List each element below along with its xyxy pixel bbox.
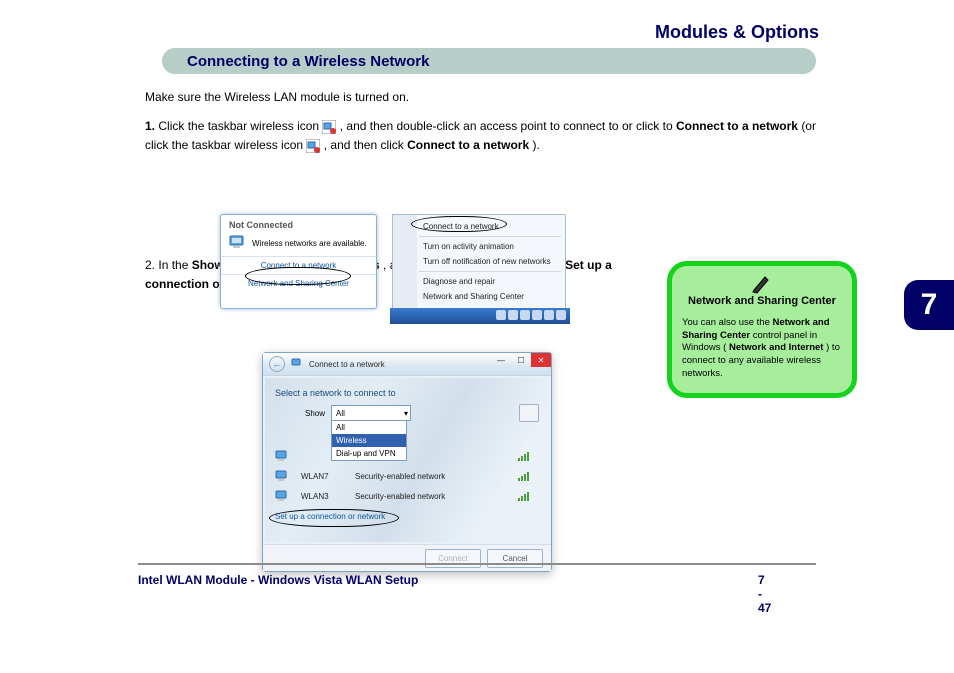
pencil-icon: [751, 274, 773, 299]
page-number: 7 - 47: [758, 573, 771, 615]
circled-highlight-1: [245, 267, 351, 285]
network-item-icon: [275, 489, 293, 503]
nc-title: Not Connected: [221, 215, 376, 230]
note-callout: Network and Sharing Center You can also …: [667, 261, 857, 398]
step1: 1. Click the taskbar wireless icon , and…: [145, 117, 816, 155]
ctx-notification[interactable]: Turn off notification of new networks: [393, 254, 565, 269]
window-controls: — ☐ ✕: [491, 353, 551, 367]
dropdown-option-dialup[interactable]: Dial-up and VPN: [332, 447, 406, 460]
minimize-button[interactable]: —: [491, 353, 511, 367]
show-label: Show: [305, 409, 325, 418]
network-item[interactable]: WLAN3 Security-enabled network: [275, 486, 529, 506]
taskbar-stub: [390, 308, 570, 324]
dialog-titlebar: ← Connect to a network — ☐ ✕: [263, 353, 551, 376]
chapter-tab: 7: [904, 280, 954, 330]
dropdown-option-all[interactable]: All: [332, 421, 406, 434]
wireless-taskbar-icon: [322, 120, 336, 134]
circled-highlight-2: [411, 216, 507, 232]
show-dropdown[interactable]: All ▾ All Wireless Dial-up and VPN: [331, 405, 411, 421]
network-icon: [291, 357, 303, 371]
dialog-footer: Connect Cancel: [263, 544, 551, 571]
dialog-heading: Select a network to connect to: [275, 388, 539, 398]
close-button[interactable]: ✕: [531, 353, 551, 367]
footer-text: Intel WLAN Module - Windows Vista WLAN S…: [138, 573, 418, 587]
dropdown-option-wireless[interactable]: Wireless: [332, 434, 406, 447]
connect-network-dialog: ← Connect to a network — ☐ ✕ Select a ne…: [262, 352, 552, 572]
connect-to-network-bold-1: Connect to a network: [676, 119, 798, 133]
section-title: Connecting to a Wireless Network: [187, 53, 429, 70]
tray-icons: [496, 310, 566, 320]
chevron-down-icon: ▾: [404, 409, 408, 418]
nc-message: Wireless networks are available.: [252, 239, 367, 248]
signal-icon: [518, 491, 529, 501]
dialog-title: Connect to a network: [309, 360, 385, 369]
show-bold: Show: [192, 258, 224, 272]
ctx-animation[interactable]: Turn on activity animation: [393, 239, 565, 254]
wireless-taskbar-icon-2: [306, 139, 320, 153]
maximize-button[interactable]: ☐: [511, 353, 531, 367]
step1-number: 1.: [145, 119, 155, 133]
ctx-diagnose[interactable]: Diagnose and repair: [393, 274, 565, 289]
footer-divider: [138, 563, 816, 565]
intro-and-step1: Make sure the Wireless LAN module is tur…: [145, 88, 816, 156]
context-menu-popup: Connect to a network Turn on activity an…: [392, 214, 564, 309]
section-header: Modules & Options: [0, 0, 954, 48]
computer-icon: [229, 234, 247, 252]
figure-row-popups: Not Connected Wireless networks are avai…: [220, 214, 564, 309]
section-title-bar: Connecting to a Wireless Network: [162, 48, 816, 74]
refresh-button[interactable]: [519, 404, 539, 422]
circled-highlight-3: [269, 509, 399, 527]
network-item-icon: [275, 449, 293, 463]
network-item-icon: [275, 469, 293, 483]
ctx-sharing-center[interactable]: Network and Sharing Center: [393, 289, 565, 304]
dropdown-list: All Wireless Dial-up and VPN: [331, 420, 407, 461]
intro-line: Make sure the Wireless LAN module is tur…: [145, 88, 816, 107]
note-body: You can also use the Network and Sharing…: [682, 317, 842, 381]
back-icon[interactable]: ←: [269, 356, 285, 372]
connect-to-network-bold-2: Connect to a network: [407, 138, 529, 152]
network-item[interactable]: WLAN7 Security-enabled network: [275, 466, 529, 486]
signal-icon: [518, 471, 529, 481]
step2-number: 2.: [145, 258, 155, 272]
not-connected-popup: Not Connected Wireless networks are avai…: [220, 214, 377, 309]
signal-icon: [518, 451, 529, 461]
